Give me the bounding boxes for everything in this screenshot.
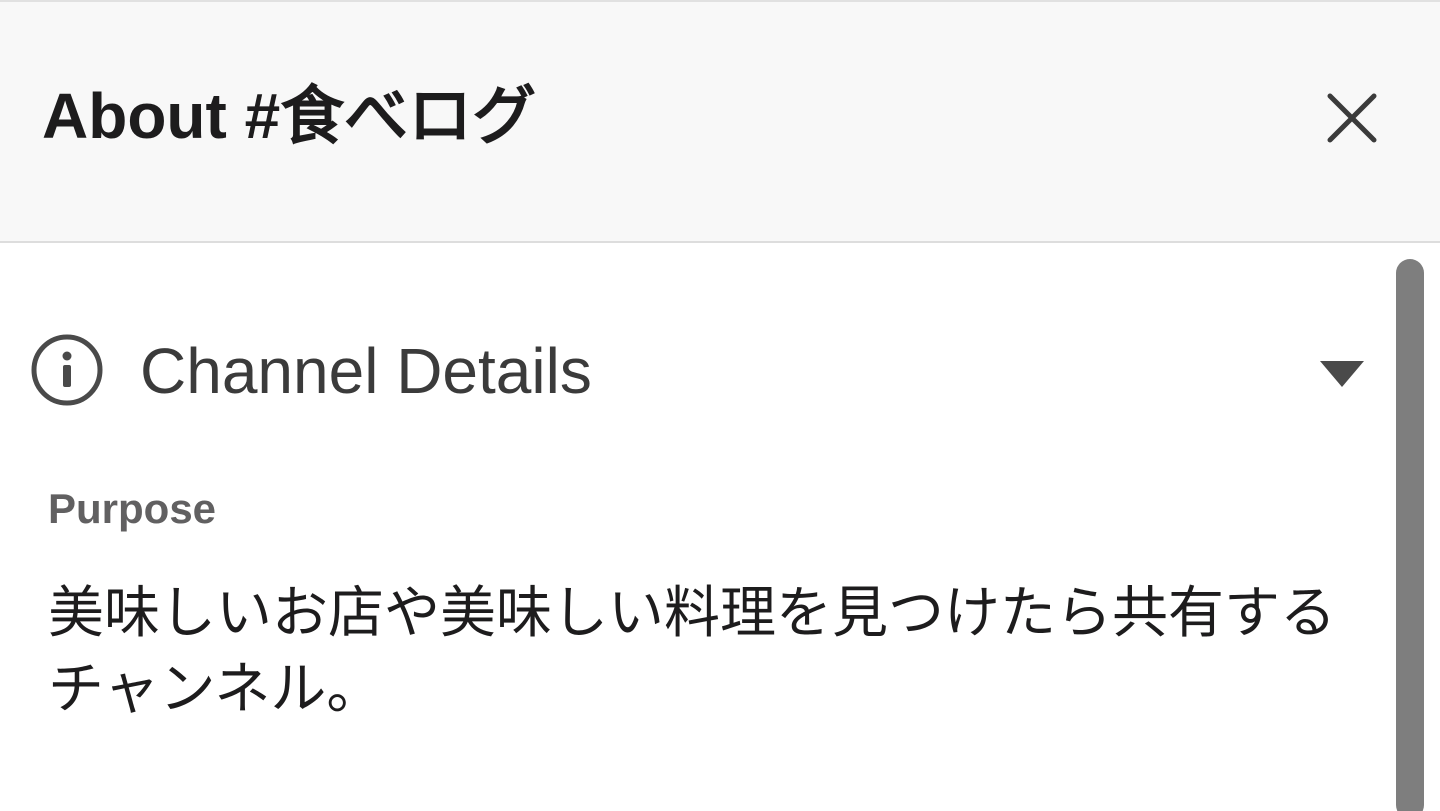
purpose-text: 美味しいお店や美味しい料理を見つけたら共有するチャンネル。: [48, 581, 1336, 720]
panel-header: About #食べログ: [0, 2, 1440, 243]
close-icon: [1327, 93, 1377, 143]
info-icon: [31, 334, 103, 406]
panel-title: About #食べログ: [42, 80, 537, 152]
panel-body: Channel Details Purpose 美味しいお店や美味しい料理を見つ…: [0, 245, 1440, 811]
about-channel-panel: About #食べログ Channel Details Purpose 美味しい…: [0, 0, 1440, 811]
caret-down-icon[interactable]: [1320, 361, 1364, 387]
channel-details-title: Channel Details: [140, 335, 592, 407]
scrollbar-thumb[interactable]: [1396, 259, 1424, 811]
purpose-label: Purpose: [48, 485, 217, 532]
close-button[interactable]: [1316, 82, 1388, 154]
